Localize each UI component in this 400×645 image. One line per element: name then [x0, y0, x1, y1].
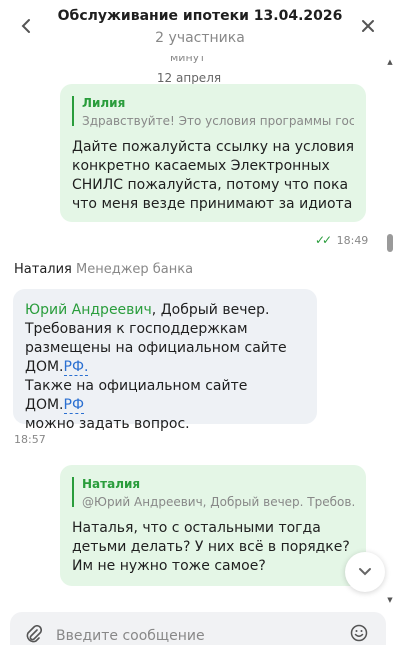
chat-title: Обслуживание ипотеки 13.04.2026 [57, 8, 343, 24]
reply-quote[interactable]: Лилия Здравствуйте! Это условия программ… [72, 96, 354, 128]
quote-text: Здравствуйте! Это условия программы гос.… [82, 114, 354, 128]
sender-role: Менеджер банка [76, 262, 194, 277]
message-composer [0, 606, 400, 645]
message-time: ✓✓ 18:49 [315, 233, 369, 247]
participants-count[interactable]: 2 участника [40, 30, 360, 46]
reply-quote[interactable]: Наталия @Юрий Андреевич, Добрый вечер. Т… [72, 477, 354, 509]
close-icon [362, 20, 374, 32]
incoming-message[interactable]: Юрий Андреевич, Добрый вечер. Требования… [13, 289, 317, 432]
quote-author: Наталия [82, 477, 141, 491]
message-text: Наталья, что с остальными тогда детьми д… [72, 520, 350, 574]
quote-text: @Юрий Андреевич, Добрый вечер. Требов... [82, 495, 354, 509]
mention-link[interactable]: Юрий Андреевич [25, 302, 152, 318]
scroll-down-arrow[interactable]: ▼ [386, 596, 394, 604]
sender-line: Наталия Менеджер банка [14, 262, 193, 277]
chevron-down-icon [359, 568, 371, 576]
quote-author: Лилия [82, 96, 126, 110]
chevron-left-icon [21, 19, 30, 33]
scroll-up-arrow[interactable]: ▲ [386, 58, 394, 66]
scrollbar[interactable]: ▲ ▼ [386, 56, 394, 606]
message-text: Дайте пожалуйста ссылку на условия конкр… [72, 139, 354, 212]
message-list[interactable]: минут 12 апреля Лилия Здравствуйте! Это … [0, 56, 400, 606]
scrollbar-thumb[interactable] [387, 234, 393, 252]
outgoing-message[interactable]: Наталия @Юрий Андреевич, Добрый вечер. Т… [60, 465, 366, 586]
message-time: 18:57 [14, 433, 46, 446]
dom-rf-link[interactable]: РФ. [63, 359, 89, 376]
composer-box[interactable] [10, 612, 386, 645]
paperclip-icon[interactable] [26, 624, 43, 645]
double-check-icon: ✓✓ [315, 233, 332, 247]
chat-header: Обслуживание ипотеки 13.04.2026 2 участн… [0, 0, 400, 56]
dom-rf-link-2[interactable]: РФ [63, 397, 84, 414]
emoji-icon[interactable] [350, 624, 368, 645]
previous-message-fragment: минут [170, 56, 206, 64]
sender-name: Наталия [14, 262, 72, 277]
outgoing-message[interactable]: Лилия Здравствуйте! Это условия программ… [60, 84, 366, 222]
scroll-down-button[interactable] [345, 552, 385, 592]
message-input[interactable] [56, 625, 336, 645]
close-button[interactable] [354, 12, 382, 40]
back-button[interactable] [12, 12, 40, 40]
message-text: Юрий Андреевич, Добрый вечер. Требования… [25, 302, 287, 432]
